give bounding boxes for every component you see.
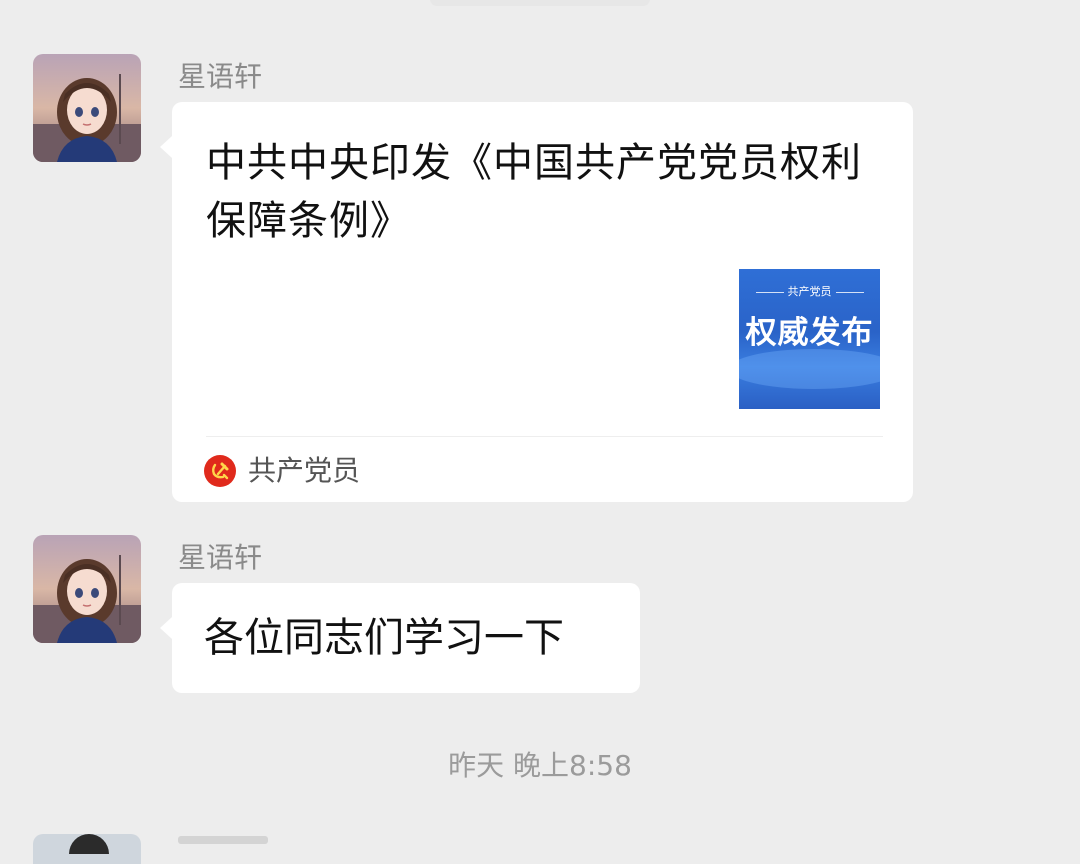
article-source[interactable]: 共产党员 — [204, 453, 360, 489]
sender-name: 星语轩 — [178, 541, 263, 574]
avatar[interactable] — [33, 535, 141, 643]
article-title: 中共中央印发《中国共产党党员权利保障条例》 — [206, 140, 862, 244]
message-text: 各位同志们学习一下 — [204, 615, 564, 661]
thumbnail-header: 共产党员 — [739, 285, 880, 299]
avatar[interactable] — [33, 834, 141, 864]
thumbnail-wave-decoration — [739, 349, 880, 389]
message-timestamp: 昨天 晚上8:58 — [448, 749, 632, 782]
source-name: 共产党员 — [248, 454, 361, 487]
party-emblem-icon — [204, 455, 236, 487]
article-card[interactable]: 中共中央印发《中国共产党党员权利保障条例》 共产党员 权威发布 共产党员 — [160, 102, 913, 502]
thumbnail-title: 权威发布 — [745, 315, 874, 351]
card-divider — [206, 436, 883, 437]
avatar[interactable] — [33, 54, 141, 162]
sender-name: 星语轩 — [178, 60, 263, 93]
avatar-image — [33, 535, 141, 643]
chat-message-list[interactable]: 星语轩 中共中央印发《中国共产党党员权利保障条例》 共产党员 权威发布 共产党员… — [0, 0, 1080, 864]
partial-timestamp-top — [430, 0, 650, 6]
text-message-bubble[interactable]: 各位同志们学习一下 — [160, 583, 640, 693]
article-thumbnail: 共产党员 权威发布 — [739, 269, 880, 409]
avatar-image — [33, 54, 141, 162]
